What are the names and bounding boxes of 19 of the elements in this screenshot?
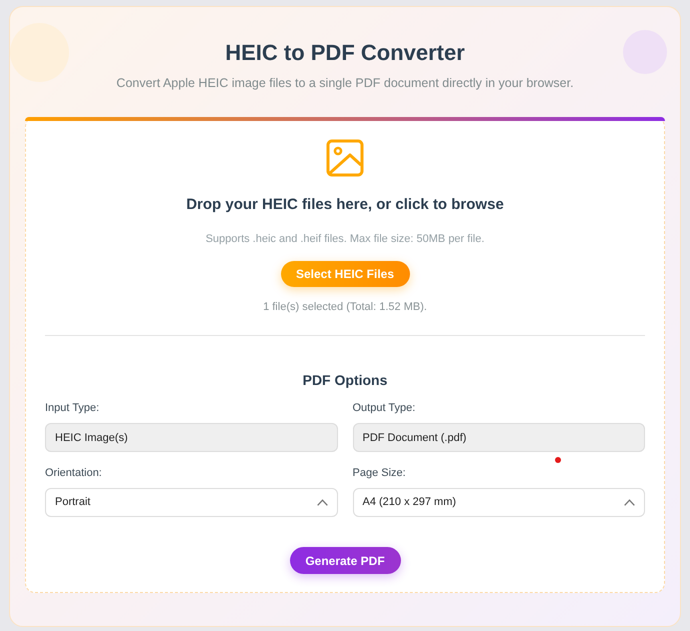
chevron-up-icon [316, 499, 328, 506]
field-label: Input Type: [45, 401, 100, 415]
field-label: Page Size: [352, 466, 406, 480]
dropdown-select[interactable]: Portrait [45, 488, 338, 517]
image-icon [326, 139, 364, 177]
generate-pdf-button[interactable]: Generate PDF [290, 547, 400, 574]
selection-status: 1 file(s) selected (Total: 1.52 MB). [263, 300, 427, 314]
drop-heading: Drop your HEIC files here, or click to browse [186, 196, 504, 214]
options-heading: PDF Options [302, 371, 388, 389]
chevron-up-icon [624, 499, 635, 506]
file-hint: Supports .heic and .heif files. Max file size: 50MB per file. [206, 232, 484, 246]
readonly-field[interactable]: HEIC Image(s) [45, 423, 338, 452]
field-label: Orientation: [45, 466, 102, 480]
readonly-field[interactable]: PDF Document (.pdf) [352, 423, 645, 452]
page-title: HEIC to PDF Converter [225, 39, 465, 67]
page-subtitle: Convert Apple HEIC image files to a single PDF document directly in your browser. [116, 75, 574, 91]
dot-icon [555, 457, 561, 463]
dropdown-select[interactable]: A4 (210 x 297 mm) [352, 488, 645, 517]
field-label: Output Type: [352, 401, 416, 415]
